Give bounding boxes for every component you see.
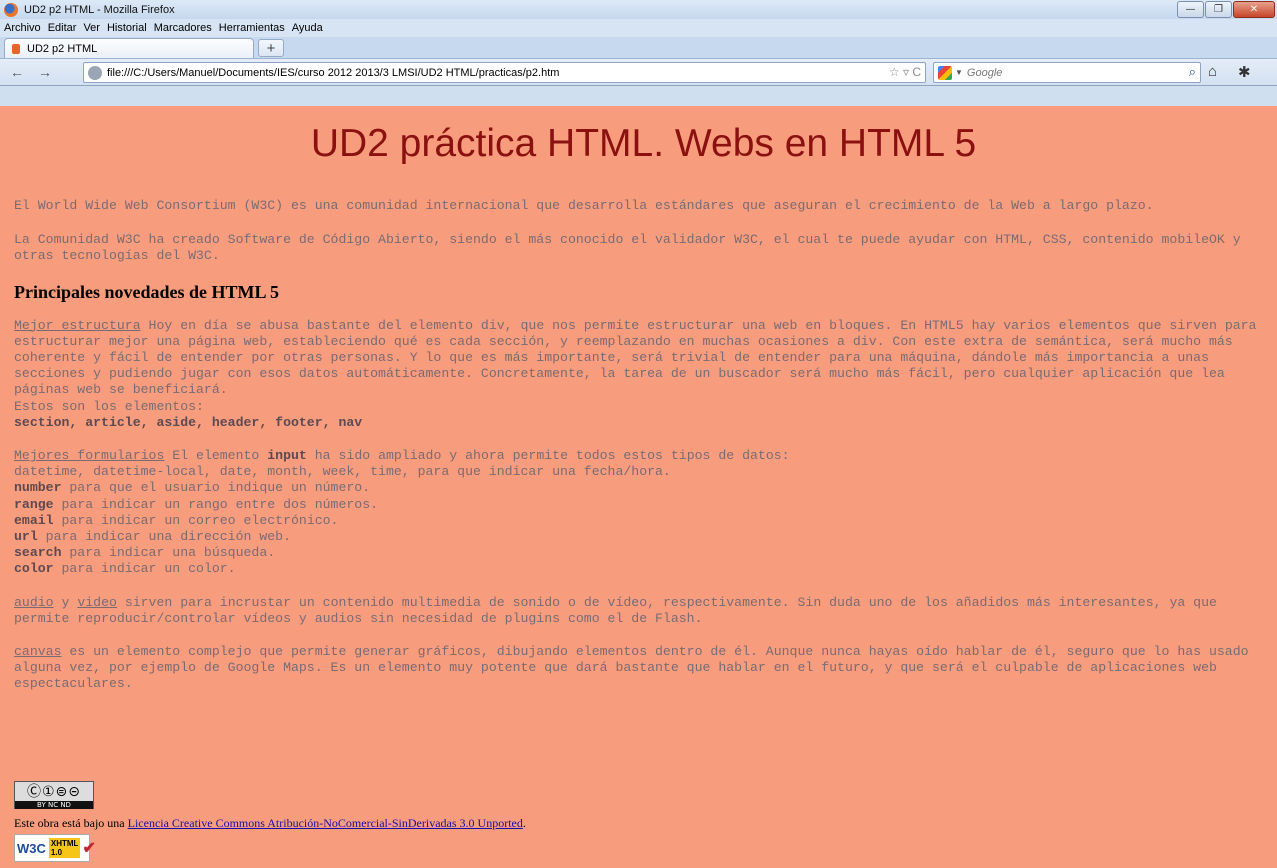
menu-historial[interactable]: Historial xyxy=(107,22,147,34)
firefox-logo-icon xyxy=(4,2,18,17)
cc-symbols-icon: Ⓒ①⊜⊝ xyxy=(26,784,81,800)
forward-arrow-icon: → xyxy=(38,64,52,80)
new-tab-button[interactable]: + xyxy=(258,39,284,57)
bookmark-star-reload-icons[interactable]: ☆ ▿ C xyxy=(889,65,921,79)
type-email: email para indicar un correo electrónico… xyxy=(14,513,1273,529)
search-placeholder: Google xyxy=(966,66,1003,79)
section-heading: Principales novedades de HTML 5 xyxy=(14,281,280,302)
license-link[interactable]: Licencia Creative Commons Atribución-NoC… xyxy=(128,816,523,830)
forms-intro: Mejores formularios El elemento input ha… xyxy=(14,448,1273,464)
license-suffix: . xyxy=(522,816,526,830)
type-desc: para indicar un rango entre dos números. xyxy=(53,496,379,512)
tab-label: UD2 p2 HTML xyxy=(27,42,98,55)
type-desc: para indicar una búsqueda. xyxy=(61,545,276,561)
engine-dropdown-icon[interactable]: ▼ xyxy=(955,68,963,77)
menu-marcadores[interactable]: Marcadores xyxy=(154,22,212,34)
forms-text-b: ha sido ampliado y ahora permite todos e… xyxy=(306,448,790,464)
canvas-text: es un elemento complejo que permite gene… xyxy=(14,644,1249,692)
type-url: url para indicar una dirección web. xyxy=(14,529,1273,545)
type-keyword: url xyxy=(14,529,38,545)
and-text: y xyxy=(53,594,78,610)
license-notice: Este obra está bajo una Licencia Creativ… xyxy=(14,816,526,831)
browser-chrome: UD2 p2 HTML - Mozilla Firefox — ❐ ✕ Arch… xyxy=(0,0,1277,106)
xhtml-label: XHTML 1.0 xyxy=(48,838,81,858)
forward-button[interactable]: → xyxy=(34,62,56,82)
w3c-logo-text: W3C xyxy=(17,840,46,856)
addon-icon[interactable]: ✱ xyxy=(1238,63,1251,81)
section-forms: Mejores formularios El elemento input ha… xyxy=(14,448,1273,578)
forms-text-a: El elemento xyxy=(164,448,268,464)
cc-badge-text: BY NC ND xyxy=(15,801,93,809)
type-range: range para indicar un rango entre dos nú… xyxy=(14,497,1273,513)
type-keyword: email xyxy=(14,512,54,528)
menu-bar: Archivo Editar Ver Historial Marcadores … xyxy=(0,19,1277,37)
maximize-button[interactable]: ❐ xyxy=(1205,1,1232,18)
section-canvas: canvas es un elemento complejo que permi… xyxy=(14,644,1273,693)
type-desc: para que el usuario indique un número. xyxy=(61,480,371,496)
page-title: UD2 práctica HTML. Webs en HTML 5 xyxy=(310,122,977,165)
link-mejores-formularios[interactable]: Mejores formularios xyxy=(14,448,164,463)
type-keyword: color xyxy=(14,561,54,577)
type-desc: para indicar una dirección web. xyxy=(37,529,291,545)
license-prefix: Este obra está bajo una xyxy=(14,816,128,830)
back-arrow-icon: ← xyxy=(10,64,24,80)
xhtml-text: XHTML xyxy=(50,839,79,848)
search-magnifier-icon[interactable]: ⌕ xyxy=(1189,64,1196,80)
window-title: UD2 p2 HTML - Mozilla Firefox xyxy=(24,3,175,16)
link-mejor-estructura[interactable]: Mejor estructura xyxy=(14,318,141,333)
date-types-line: datetime, datetime-local, date, month, w… xyxy=(14,464,671,480)
elements-label: Estos son los elementos: xyxy=(14,398,204,414)
site-identity-icon[interactable] xyxy=(88,65,102,80)
type-number: number para que el usuario indique un nú… xyxy=(14,480,1273,496)
type-color: color para indicar un color. xyxy=(14,561,1273,577)
elements-list: section, article, aside, header, footer,… xyxy=(14,414,363,430)
xhtml-version: 1.0 xyxy=(50,848,63,857)
menu-ayuda[interactable]: Ayuda xyxy=(292,22,323,34)
link-audio[interactable]: audio xyxy=(14,595,54,610)
tab-ud2-p2-html[interactable]: UD2 p2 HTML xyxy=(4,38,254,58)
minimize-button[interactable]: — xyxy=(1177,1,1204,18)
url-tools: ☆ ▿ C xyxy=(889,65,921,79)
type-keyword: number xyxy=(14,480,62,496)
type-desc: para indicar un correo electrónico. xyxy=(53,512,339,528)
intro-paragraph-2: La Comunidad W3C ha creado Software de C… xyxy=(14,232,1241,264)
type-search: search para indicar una búsqueda. xyxy=(14,545,1273,561)
menu-herramientas[interactable]: Herramientas xyxy=(219,22,285,34)
intro-paragraph-1: El World Wide Web Consortium (W3C) es un… xyxy=(14,198,1154,213)
google-engine-icon[interactable] xyxy=(938,65,952,80)
checkmark-icon: ✔ xyxy=(82,840,96,857)
tab-bar: UD2 p2 HTML + xyxy=(0,37,1277,59)
title-bar: UD2 p2 HTML - Mozilla Firefox — ❐ ✕ xyxy=(0,0,1277,19)
menu-editar[interactable]: Editar xyxy=(48,22,77,34)
type-keyword: range xyxy=(14,496,54,512)
close-button[interactable]: ✕ xyxy=(1233,1,1275,18)
section-structure: Mejor estructura Hoy en día se abusa bas… xyxy=(14,318,1273,399)
structure-elements: Estos son los elementos: section, articl… xyxy=(14,399,1273,431)
page-content: UD2 práctica HTML. Webs en HTML 5 El Wor… xyxy=(0,106,1277,868)
section-multimedia: audio y video sirven para incrustar un c… xyxy=(14,595,1273,627)
type-desc: para indicar un color. xyxy=(53,561,236,577)
multimedia-text: sirven para incrustar un contenido multi… xyxy=(14,594,1217,626)
link-video[interactable]: video xyxy=(77,595,117,610)
search-bar[interactable]: ▼ Google ⌕ xyxy=(933,62,1201,83)
window-controls: — ❐ ✕ xyxy=(1177,1,1275,18)
link-canvas[interactable]: canvas xyxy=(14,644,61,659)
url-text: file:///C:/Users/Manuel/Documents/IES/cu… xyxy=(107,66,560,79)
back-button[interactable]: ← xyxy=(6,62,28,82)
type-keyword: search xyxy=(14,545,62,561)
w3c-xhtml-badge[interactable]: W3C XHTML 1.0 ✔ xyxy=(14,834,96,862)
input-keyword: input xyxy=(267,448,307,464)
navigation-bar: ← → file:///C:/Users/Manuel/Documents/IE… xyxy=(0,59,1277,86)
home-icon[interactable]: ⌂ xyxy=(1208,63,1217,80)
menu-ver[interactable]: Ver xyxy=(83,22,100,34)
html-file-icon xyxy=(12,43,20,54)
creative-commons-badge[interactable]: Ⓒ①⊜⊝ BY NC ND xyxy=(14,781,94,809)
structure-text: Hoy en día se abusa bastante del element… xyxy=(14,317,1257,398)
menu-archivo[interactable]: Archivo xyxy=(4,22,41,34)
address-bar[interactable]: file:///C:/Users/Manuel/Documents/IES/cu… xyxy=(83,62,926,83)
